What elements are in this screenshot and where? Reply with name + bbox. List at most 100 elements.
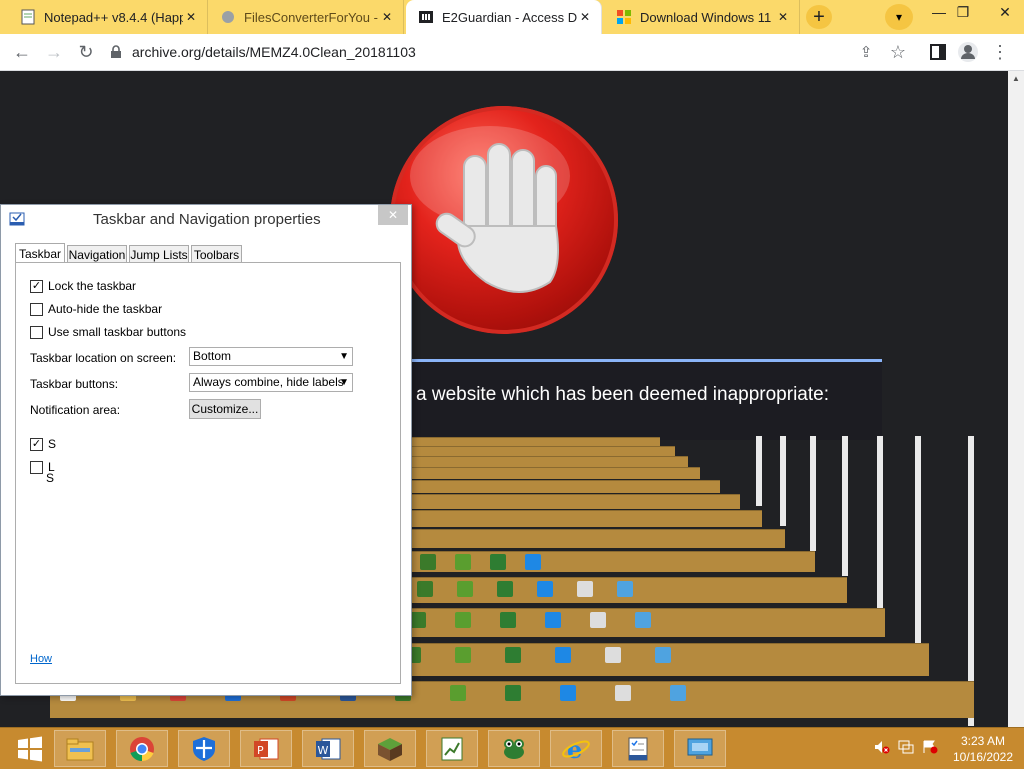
network-icon[interactable] (898, 740, 914, 757)
remote-desktop-icon[interactable] (674, 730, 726, 767)
tab-e2guardian[interactable]: E2Guardian - Access Den ✕ (406, 0, 602, 34)
close-tab-icon[interactable]: ✕ (183, 9, 199, 25)
tab-notepadpp[interactable]: Notepad++ v8.4.4 (Happ ✕ (8, 0, 208, 34)
word-icon[interactable]: W (302, 730, 354, 767)
file-explorer-icon[interactable] (54, 730, 106, 767)
tab-toolbars[interactable]: Toolbars (191, 245, 242, 263)
chevron-down-icon: ▼ (339, 351, 349, 362)
dialog-titlebar[interactable]: Taskbar and Navigation properties ✕ (1, 205, 411, 233)
checkbox-unchecked[interactable] (30, 325, 43, 339)
buttons-label: Taskbar buttons: (30, 377, 119, 391)
page-scrollbar[interactable]: ▲ (1008, 71, 1024, 727)
globe-icon (220, 9, 236, 25)
clock-time: 3:23 AM (960, 734, 1006, 748)
lock-icon (110, 45, 124, 59)
close-tab-icon[interactable]: ✕ (379, 9, 395, 25)
system-clock[interactable]: 3:23 AM 10/16/2022 (948, 733, 1018, 765)
dialog-title: Taskbar and Navigation properties (93, 211, 321, 228)
close-tab-icon[interactable]: ✕ (577, 9, 593, 25)
reload-icon[interactable]: ↻ (74, 40, 98, 64)
volume-muted-icon[interactable] (874, 740, 890, 757)
frog-icon[interactable] (488, 730, 540, 767)
location-value: Bottom (193, 349, 232, 363)
share-icon[interactable]: ⇪ (854, 40, 878, 64)
tab-title: Download Windows 11 (640, 9, 772, 25)
checkbox-label: Lock the taskbar (48, 279, 137, 293)
new-tab-button[interactable]: + (806, 5, 832, 29)
tab-title: E2Guardian - Access Den (442, 9, 577, 25)
checkbox-label: Auto-hide the taskbar (48, 302, 163, 316)
location-label: Taskbar location on screen: (30, 351, 177, 365)
svg-text:P: P (257, 744, 264, 757)
checkbox-label-wrap: S (46, 471, 55, 485)
address-bar[interactable]: archive.org/details/MEMZ4.0Clean_2018110… (110, 38, 850, 66)
help-link[interactable]: How (30, 653, 52, 665)
taskbar-properties-dialog: Taskbar and Navigation properties ✕ Task… (0, 204, 412, 696)
powerpoint-icon[interactable]: P (240, 730, 292, 767)
customize-button[interactable]: Customize... (189, 399, 261, 419)
close-window-icon[interactable]: ✕ (990, 2, 1020, 22)
tab-strip: Notepad++ v8.4.4 (Happ ✕ FilesConverterF… (0, 0, 1024, 34)
back-arrow-icon[interactable]: ← (10, 40, 34, 64)
location-select[interactable]: Bottom ▼ (189, 347, 353, 366)
echo-edge (915, 436, 921, 656)
windows-icon (616, 9, 632, 25)
checkbox-checked[interactable]: ✓ (30, 437, 43, 451)
windows-taskbar: P W e 3:23 AM 10/16/2022 (0, 727, 1024, 769)
svg-text:e: e (567, 735, 582, 763)
stop-hand-icon (390, 106, 618, 334)
echo-edge (842, 436, 848, 576)
tab-download-windows[interactable]: Download Windows 11 ✕ (604, 0, 800, 34)
dialog-close-icon[interactable]: ✕ (378, 205, 408, 225)
menu-kebab-icon[interactable]: ⋮ (988, 40, 1012, 64)
side-panel-icon[interactable] (926, 40, 950, 64)
chrome-icon[interactable] (116, 730, 168, 767)
browser-toolbar: ← → ↻ archive.org/details/MEMZ4.0Clean_2… (0, 34, 1024, 71)
echo-edge (877, 436, 883, 611)
taskbar-settings-icon (9, 211, 25, 227)
tab-jump-lists[interactable]: Jump Lists (129, 245, 189, 263)
tab-filesconverter[interactable]: FilesConverterForYou - M ✕ (208, 0, 404, 34)
task-icon[interactable] (612, 730, 664, 767)
profile-avatar-icon[interactable] (956, 40, 980, 64)
lock-taskbar-checkbox[interactable]: ✓ Lock the taskbar (30, 279, 136, 293)
checkbox-label: Use small taskbar buttons (48, 325, 187, 339)
small-buttons-checkbox[interactable]: Use small taskbar buttons (30, 325, 186, 339)
tab-title: FilesConverterForYou - M (244, 9, 379, 25)
scroll-up-arrow-icon[interactable]: ▲ (1008, 71, 1024, 87)
tab-navigation[interactable]: Navigation (67, 245, 127, 263)
taskbar-buttons-select[interactable]: Always combine, hide labels ▼ (189, 373, 353, 392)
auto-hide-checkbox[interactable]: Auto-hide the taskbar (30, 302, 162, 316)
windows-security-icon[interactable] (178, 730, 230, 767)
tab-search-chevron-icon[interactable]: ▾ (885, 4, 913, 30)
internet-explorer-icon[interactable]: e (550, 730, 602, 767)
tab-title: Notepad++ v8.4.4 (Happ (44, 9, 183, 25)
checkbox-checked[interactable]: ✓ (30, 279, 43, 293)
notepadpp-icon (20, 9, 36, 25)
url-text: archive.org/details/MEMZ4.0Clean_2018110… (132, 44, 416, 60)
block-message-banner: a website which has been deemed inapprop… (408, 359, 882, 440)
close-tab-icon[interactable]: ✕ (775, 9, 791, 25)
clock-date: 10/16/2022 (952, 750, 1014, 764)
bookmark-star-icon[interactable]: ☆ (886, 40, 910, 64)
buttons-value: Always combine, hide labels (193, 375, 344, 389)
checkbox-unchecked[interactable] (30, 460, 43, 474)
checkbox-unchecked[interactable] (30, 302, 43, 316)
minecraft-icon[interactable] (364, 730, 416, 767)
action-center-flag-icon[interactable] (922, 740, 938, 757)
tab-taskbar[interactable]: Taskbar (15, 243, 65, 264)
start-icon[interactable] (4, 730, 56, 767)
svg-text:W: W (318, 744, 329, 757)
notification-label: Notification area: (30, 403, 121, 417)
restore-icon[interactable]: ❐ (948, 2, 978, 22)
partial-checkbox-1[interactable]: ✓ S (30, 437, 56, 451)
forward-arrow-icon[interactable]: → (42, 40, 66, 64)
echo-edge (810, 436, 816, 551)
notepad-chart-icon[interactable] (426, 730, 478, 767)
chevron-down-icon: ▼ (339, 377, 349, 388)
echo-edge (780, 436, 786, 526)
page-content: a website which has been deemed inapprop… (0, 71, 1008, 727)
echo-taskbar (380, 437, 660, 446)
block-message-text: a website which has been deemed inapprop… (416, 384, 829, 405)
checkbox-label: S (48, 437, 57, 451)
